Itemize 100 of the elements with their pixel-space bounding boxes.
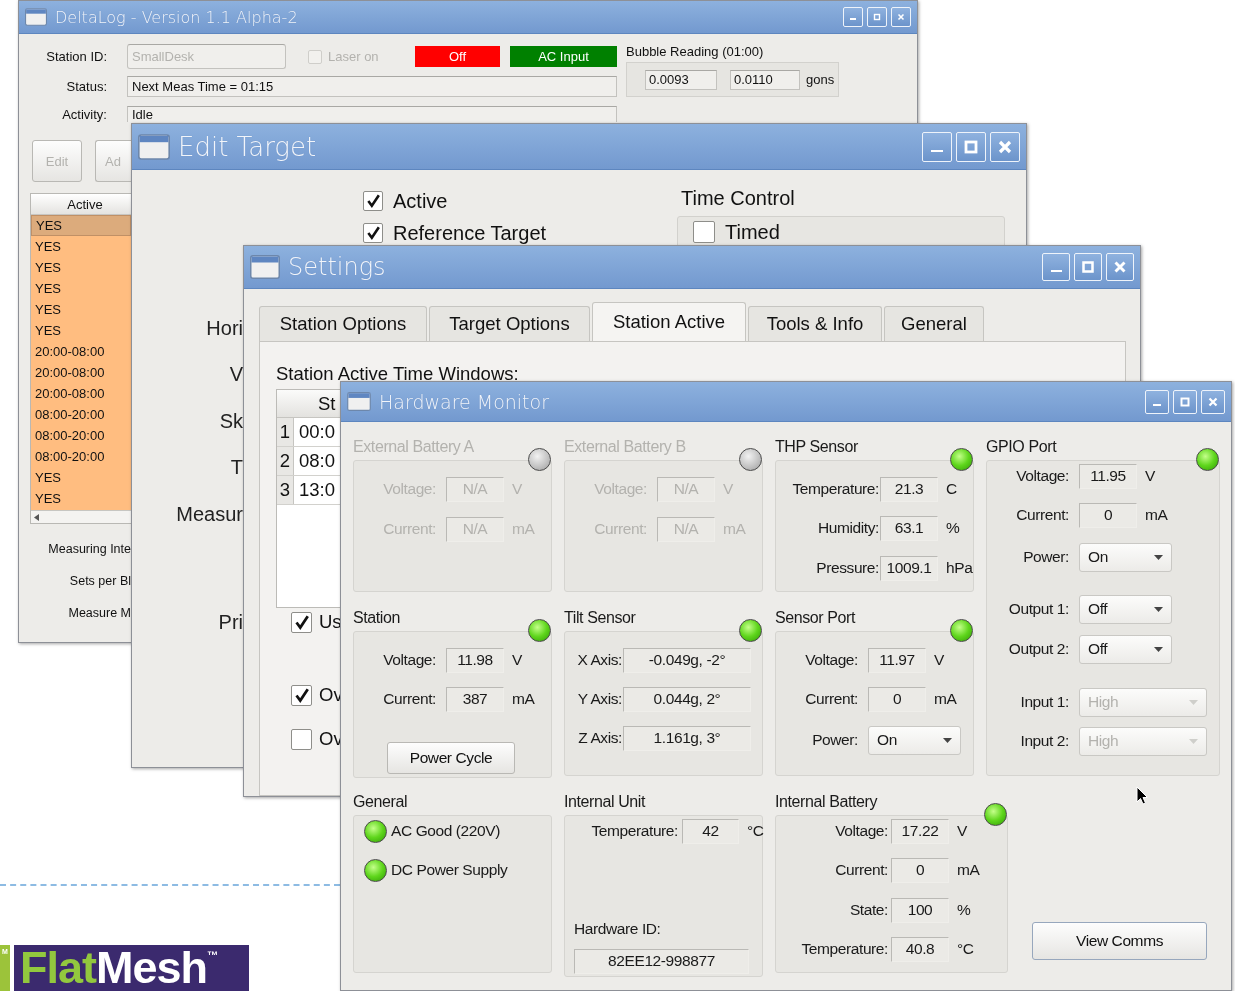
status-label: AC Good (220V) [391, 822, 500, 840]
section-title: Station Active Time Windows: [276, 363, 520, 385]
close-button[interactable] [1201, 389, 1225, 414]
checkbox[interactable] [291, 684, 312, 706]
value-field: 387 [446, 686, 504, 712]
minimize-button[interactable] [1145, 389, 1169, 414]
maximize-icon [1079, 258, 1097, 276]
tab[interactable]: Station Options [259, 306, 427, 341]
column-header: St [277, 390, 341, 418]
close-button[interactable] [1106, 253, 1134, 281]
close-button[interactable] [891, 7, 911, 27]
minimize-button[interactable] [843, 7, 863, 27]
caret-icon [1189, 699, 1198, 705]
reading-field: 0.0093 [645, 69, 717, 90]
table-cell[interactable]: 20:00-08:00 [31, 383, 131, 404]
group-title: Station [353, 608, 401, 628]
field-label: Measuring Inte [47, 542, 131, 558]
value-field: 17.22 [891, 818, 949, 844]
table-cell[interactable]: YES [31, 320, 131, 341]
field-label: Voltage: [382, 651, 436, 669]
table-cell[interactable]: YES [31, 257, 131, 278]
value-field: 11.95 [1079, 463, 1137, 489]
field-label: Station ID: [45, 49, 108, 64]
row-number: 1 [277, 418, 294, 446]
unit-label: % [957, 901, 971, 919]
scroll-left-icon [34, 513, 39, 521]
field-label: Voltage: [1015, 467, 1069, 485]
table-cell[interactable]: YES [31, 236, 131, 257]
unit-label: % [946, 519, 960, 537]
value-field: 42 [682, 818, 739, 844]
field-label: V [228, 363, 243, 387]
close-button[interactable] [990, 131, 1020, 162]
close-icon [896, 12, 906, 22]
logo: FlatMesh$^{™}$ [14, 945, 249, 991]
table-cell[interactable]: YES [31, 488, 131, 509]
tab[interactable]: General [884, 306, 984, 341]
maximize-button[interactable] [1173, 389, 1197, 414]
dropdown[interactable]: Off [1079, 594, 1172, 624]
field-label: Y Axis: [576, 690, 622, 708]
window-title: DeltaLog - Version 1.1 Alpha-2 [55, 7, 299, 27]
table-cell[interactable]: 08:00-20:00 [31, 425, 131, 446]
window-icon [347, 392, 371, 411]
checkbox[interactable] [291, 728, 312, 750]
value-field: 1009.1 [880, 555, 938, 581]
table-cell[interactable]: YES [31, 299, 131, 320]
tab[interactable]: Station Active [592, 302, 746, 341]
checkbox[interactable] [291, 611, 312, 633]
table-cell[interactable]: YES [31, 215, 131, 236]
view-comms-button[interactable]: View Comms [1032, 922, 1207, 960]
minimize-button[interactable] [1042, 253, 1070, 281]
table-cell[interactable]: 08:0 [299, 450, 335, 472]
tab[interactable]: Tools & Info [748, 306, 882, 341]
field-label: X Axis: [576, 651, 622, 669]
unit-label: V [957, 822, 967, 840]
field-label: State: [848, 901, 888, 919]
maximize-button[interactable] [956, 131, 986, 162]
value-field: N/A [657, 516, 715, 542]
minimize-icon [931, 149, 943, 152]
value-field: 1.161g, 3° [623, 725, 751, 751]
value-field: 0 [868, 686, 926, 712]
unit-label: °C [957, 940, 974, 958]
table-cell[interactable]: YES [31, 467, 131, 488]
field-label: Temperature: [791, 480, 879, 498]
minimize-button[interactable] [922, 131, 952, 162]
value-field: 63.1 [880, 515, 938, 541]
checkbox[interactable] [363, 191, 383, 211]
horizontal-scrollbar[interactable] [31, 510, 131, 523]
group-title: Sensor Port [775, 608, 857, 628]
dropdown[interactable]: On [868, 725, 961, 755]
tab[interactable]: Target Options [429, 306, 590, 341]
dropdown[interactable]: Off [1079, 634, 1172, 664]
field-label: Hardware ID: [574, 920, 661, 938]
field-label: Measur [175, 503, 243, 527]
value-field: 21.3 [880, 476, 938, 502]
caret-icon [943, 737, 952, 743]
checkbox-label: Active [393, 189, 448, 213]
unit-label: C [946, 480, 957, 498]
group-title: Bubble Reading (01:00) [626, 44, 765, 61]
table-cell[interactable]: 08:00-20:00 [31, 446, 131, 467]
maximize-button[interactable] [1074, 253, 1102, 281]
field-label: Z Axis: [577, 729, 622, 747]
checkbox[interactable] [363, 223, 383, 243]
table-cell[interactable]: 00:0 [299, 421, 335, 443]
unit-label: °C [747, 822, 764, 840]
group-title: Time Control [681, 187, 796, 211]
table-cell[interactable]: 20:00-08:00 [31, 362, 131, 383]
dropdown[interactable]: On [1079, 542, 1172, 572]
field-label: Pressure: [815, 559, 879, 577]
table-cell[interactable]: 08:00-20:00 [31, 404, 131, 425]
window-title: Edit Target [178, 131, 318, 162]
window-icon [138, 133, 170, 160]
maximize-button[interactable] [867, 7, 887, 27]
power-cycle-button[interactable]: Power Cycle [387, 742, 515, 774]
table-cell[interactable]: 13:0 [299, 479, 335, 501]
group-title: External Battery B [564, 437, 687, 457]
table-cell[interactable]: 20:00-08:00 [31, 341, 131, 362]
value-field: N/A [446, 476, 504, 502]
checkbox[interactable] [693, 221, 715, 243]
table-cell[interactable]: YES [31, 278, 131, 299]
checkbox-label: Timed [725, 220, 780, 244]
